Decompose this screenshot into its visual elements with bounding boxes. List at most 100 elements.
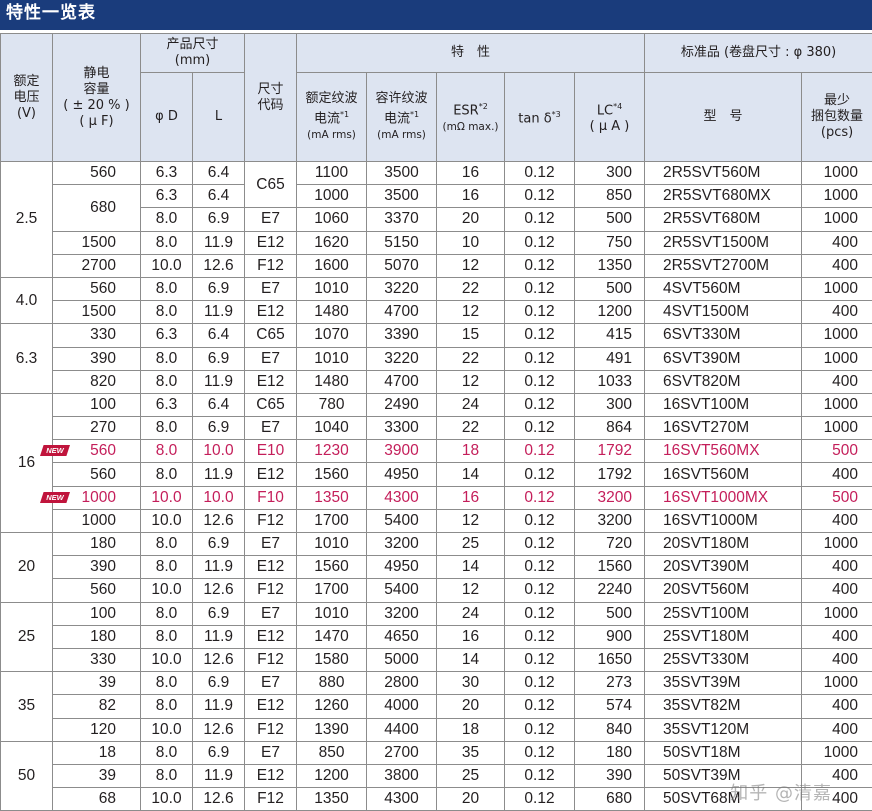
model-cell: 20SVT180M: [645, 533, 802, 556]
table-row: 201808.06.9E710103200250.1272020SVT180M1…: [1, 533, 872, 556]
tan-cell: 0.12: [505, 277, 575, 300]
rated-ripple-cell: 1060: [297, 208, 367, 231]
rated-ripple-cell: 1700: [297, 579, 367, 602]
l-cell: 6.4: [193, 185, 245, 208]
esr-cell: 14: [437, 556, 505, 579]
tan-cell: 0.12: [505, 788, 575, 811]
capacitance-cell: 270: [53, 417, 141, 440]
table-row: 2708.06.9E710403300220.1286416SVT270M100…: [1, 417, 872, 440]
phi-d-cell: 8.0: [141, 764, 193, 787]
esr-cell: 16: [437, 625, 505, 648]
capacitance-cell: 560: [53, 463, 141, 486]
l-cell: 11.9: [193, 764, 245, 787]
min-pack-cell: 1000: [802, 602, 872, 625]
phi-d-cell: 10.0: [141, 648, 193, 671]
l-cell: 6.4: [193, 162, 245, 185]
header-dimensions: 产品尺寸 (mm): [141, 34, 245, 73]
rated-ripple-cell: 1230: [297, 440, 367, 463]
voltage-cell: 6.3: [1, 324, 53, 394]
size-code-cell: F12: [245, 648, 297, 671]
allow-ripple-cell: 3800: [367, 764, 437, 787]
header-text: ESR: [453, 103, 479, 118]
table-row: 270010.012.6F1216005070120.1213502R5SVT2…: [1, 254, 872, 277]
header-text: 容许纹波: [367, 91, 436, 107]
allow-ripple-cell: 4300: [367, 788, 437, 811]
capacitance-cell: 1500: [53, 301, 141, 324]
esr-cell: 18: [437, 718, 505, 741]
l-cell: 6.4: [193, 393, 245, 416]
min-pack-cell: 1000: [802, 417, 872, 440]
header-text: LC: [597, 103, 613, 118]
header-text: 额定: [1, 74, 52, 90]
size-code-cell: E12: [245, 301, 297, 324]
rated-ripple-cell: 1560: [297, 463, 367, 486]
lc-cell: 750: [575, 231, 645, 254]
header-characteristics: 特 性: [297, 34, 645, 73]
capacitance-cell: 180: [53, 625, 141, 648]
model-cell: 2R5SVT1500M: [645, 231, 802, 254]
header-unit: (mΩ max.): [437, 119, 504, 135]
min-pack-cell: 1000: [802, 277, 872, 300]
lc-cell: 1350: [575, 254, 645, 277]
size-code-cell: F10: [245, 486, 297, 509]
tan-cell: 0.12: [505, 648, 575, 671]
header-min-pack: 最少 捆包数量 (pcs): [802, 73, 872, 162]
model-cell: 25SVT180M: [645, 625, 802, 648]
table-row: 8208.011.9E1214804700120.1210336SVT820M4…: [1, 370, 872, 393]
lc-cell: 1033: [575, 370, 645, 393]
lc-cell: 500: [575, 208, 645, 231]
phi-d-cell: 6.3: [141, 393, 193, 416]
size-code-cell: F12: [245, 718, 297, 741]
model-cell: 25SVT100M: [645, 602, 802, 625]
allow-ripple-cell: 5400: [367, 509, 437, 532]
rated-ripple-cell: 1010: [297, 347, 367, 370]
tan-cell: 0.12: [505, 764, 575, 787]
esr-cell: 16: [437, 486, 505, 509]
rated-ripple-cell: 1560: [297, 556, 367, 579]
rated-ripple-cell: 1260: [297, 695, 367, 718]
allow-ripple-cell: 3200: [367, 602, 437, 625]
model-cell: 20SVT560M: [645, 579, 802, 602]
tan-cell: 0.12: [505, 185, 575, 208]
header-text: (mm): [141, 53, 244, 69]
esr-cell: 20: [437, 788, 505, 811]
l-cell: 6.9: [193, 672, 245, 695]
phi-d-cell: 8.0: [141, 301, 193, 324]
rated-ripple-cell: 1480: [297, 301, 367, 324]
model-cell: 6SVT820M: [645, 370, 802, 393]
esr-cell: 12: [437, 509, 505, 532]
header-text: 电流: [384, 111, 410, 126]
lc-cell: 1560: [575, 556, 645, 579]
spec-table: 额定 电压 (V) 静电 容量 ( ± 20 % ) ( μ F) 产品尺寸 (…: [0, 33, 872, 811]
model-cell: 6SVT390M: [645, 347, 802, 370]
table-row: 6.33306.36.4C6510703390150.124156SVT330M…: [1, 324, 872, 347]
table-row: 161006.36.4C657802490240.1230016SVT100M1…: [1, 393, 872, 416]
lc-cell: 1792: [575, 440, 645, 463]
table-row: 56010.012.6F1217005400120.12224020SVT560…: [1, 579, 872, 602]
lc-cell: 900: [575, 625, 645, 648]
size-code-cell: E7: [245, 277, 297, 300]
allow-ripple-cell: 2700: [367, 741, 437, 764]
min-pack-cell: 500: [802, 486, 872, 509]
footnote-mark: *3: [552, 110, 561, 119]
tan-cell: 0.12: [505, 741, 575, 764]
lc-cell: 3200: [575, 486, 645, 509]
tan-cell: 0.12: [505, 393, 575, 416]
esr-cell: 20: [437, 208, 505, 231]
phi-d-cell: 10.0: [141, 486, 193, 509]
header-tan-delta: tan δ*3: [505, 73, 575, 162]
voltage-cell: 20: [1, 533, 53, 603]
tan-cell: 0.12: [505, 463, 575, 486]
capacitance-cell: 100: [53, 393, 141, 416]
l-cell: 11.9: [193, 625, 245, 648]
allow-ripple-cell: 2490: [367, 393, 437, 416]
tan-cell: 0.12: [505, 208, 575, 231]
lc-cell: 300: [575, 393, 645, 416]
rated-ripple-cell: 780: [297, 393, 367, 416]
table-row: 828.011.9E1212604000200.1257435SVT82M400: [1, 695, 872, 718]
header-text: 捆包数量: [802, 109, 872, 125]
allow-ripple-cell: 5070: [367, 254, 437, 277]
phi-d-cell: 6.3: [141, 324, 193, 347]
l-cell: 12.6: [193, 718, 245, 741]
size-code-cell: E7: [245, 417, 297, 440]
